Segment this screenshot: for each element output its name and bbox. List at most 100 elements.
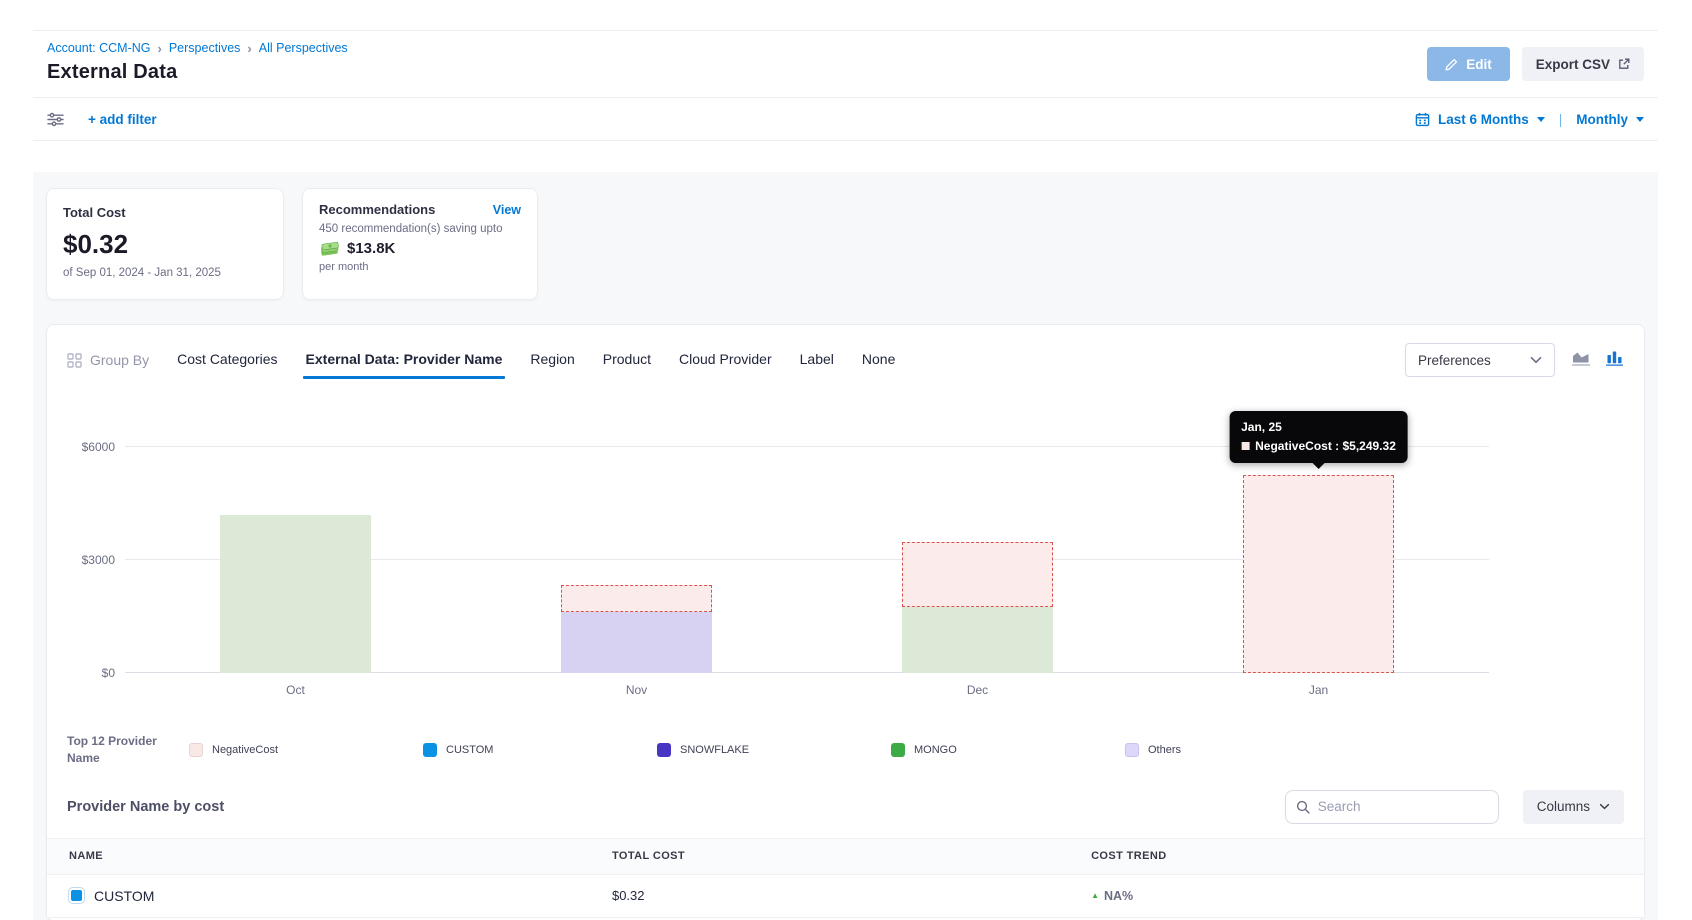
legend-item-label: SNOWFLAKE [680, 744, 749, 756]
group-by-tabs: Cost Categories External Data: Provider … [177, 351, 895, 369]
filter-bar: + add filter Last 6 Months | Monthly [33, 97, 1658, 141]
bar-segment-negativecost[interactable] [561, 585, 711, 611]
search-box [1285, 790, 1499, 824]
breadcrumb-all-perspectives-link[interactable]: All Perspectives [259, 41, 348, 55]
edit-button[interactable]: Edit [1427, 47, 1510, 81]
trend-up-icon: ▲ [1091, 892, 1099, 900]
calendar-icon [1415, 112, 1430, 127]
legend-swatch-icon [423, 743, 437, 757]
group-by-label: Group By [67, 352, 149, 368]
legend-item-others[interactable]: Others [1125, 743, 1359, 757]
pencil-icon [1445, 58, 1458, 71]
chart-bar-oct[interactable] [125, 447, 466, 673]
column-header-name[interactable]: NAME [47, 850, 590, 862]
total-cost-value: $0.32 [63, 229, 267, 260]
legend-item-snowflake[interactable]: SNOWFLAKE [657, 743, 891, 757]
table-title: Provider Name by cost [67, 799, 224, 815]
recommendations-subtitle: 450 recommendation(s) saving upto [319, 223, 521, 235]
x-tick-label: Jan [1148, 683, 1489, 697]
bar-segment-negativecost[interactable] [1243, 475, 1393, 673]
x-tick-label: Oct [125, 683, 466, 697]
bar-segment-others[interactable] [561, 612, 711, 673]
external-link-icon [1618, 58, 1630, 70]
legend-item-label: NegativeCost [212, 744, 278, 756]
columns-button[interactable]: Columns [1523, 790, 1624, 824]
bar-segment-negativecost[interactable] [902, 542, 1052, 607]
legend-item-label: Others [1148, 744, 1181, 756]
add-filter-button[interactable]: + add filter [88, 112, 157, 127]
preferences-label: Preferences [1418, 353, 1491, 368]
chevron-down-icon [1599, 803, 1610, 810]
provider-total-cost: $0.32 [590, 888, 1069, 903]
legend-swatch-icon [189, 743, 203, 757]
table-row[interactable]: CUSTOM $0.32 ▲ NA% [47, 874, 1644, 918]
x-tick-label: Dec [807, 683, 1148, 697]
area-chart-icon[interactable] [1571, 349, 1591, 371]
content-area: Total Cost $0.32 of Sep 01, 2024 - Jan 3… [33, 172, 1658, 920]
edit-button-label: Edit [1466, 57, 1492, 72]
date-range-dropdown[interactable]: Last 6 Months [1438, 112, 1545, 127]
cost-chart: Jan, 25 NegativeCost : $5,249.32 OctNovD… [67, 383, 1624, 713]
tab-product[interactable]: Product [603, 351, 651, 369]
bar-segment-mongo[interactable] [902, 607, 1052, 673]
legend-item-label: MONGO [914, 744, 957, 756]
legend-title: Top 12 Provider Name [67, 733, 189, 768]
tab-none[interactable]: None [862, 351, 895, 369]
total-cost-title: Total Cost [63, 205, 267, 220]
export-csv-button[interactable]: Export CSV [1522, 47, 1644, 81]
breadcrumb-account-link[interactable]: Account: CCM-NG [47, 41, 151, 55]
column-header-total-cost[interactable]: TOTAL COST [590, 850, 1069, 862]
breadcrumb-separator-icon: › [158, 42, 162, 55]
perspective-panel: Group By Cost Categories External Data: … [46, 324, 1645, 920]
recommendations-title: Recommendations [319, 202, 435, 217]
caret-down-icon [1537, 117, 1545, 122]
chart-tooltip: Jan, 25 NegativeCost : $5,249.32 [1229, 411, 1408, 463]
legend-item-label: CUSTOM [446, 744, 493, 756]
columns-button-label: Columns [1537, 799, 1590, 814]
y-tick-label: $3000 [67, 553, 115, 567]
header-actions: Edit Export CSV [1427, 47, 1644, 81]
recommendations-per-month: per month [319, 261, 521, 273]
breadcrumb: Account: CCM-NG › Perspectives › All Per… [47, 41, 1644, 55]
tab-label[interactable]: Label [800, 351, 834, 369]
legend-item-negativecost[interactable]: NegativeCost [189, 743, 423, 757]
legend-item-mongo[interactable]: MONGO [891, 743, 1125, 757]
export-csv-label: Export CSV [1536, 57, 1610, 72]
grid-icon [67, 353, 82, 368]
total-cost-card: Total Cost $0.32 of Sep 01, 2024 - Jan 3… [46, 188, 284, 300]
table-header-row: NAME TOTAL COST COST TREND [47, 838, 1644, 874]
tooltip-series-value: NegativeCost : $5,249.32 [1255, 439, 1396, 453]
granularity-dropdown[interactable]: Monthly [1576, 112, 1644, 127]
column-header-cost-trend[interactable]: COST TREND [1069, 850, 1644, 862]
filter-sliders-icon[interactable] [47, 112, 64, 127]
preferences-dropdown[interactable]: Preferences [1405, 343, 1555, 377]
bar-segment-mongo[interactable] [220, 515, 370, 673]
recommendations-savings: $13.8K [347, 240, 395, 257]
chart-bar-jan[interactable] [1148, 447, 1489, 673]
x-tick-label: Nov [466, 683, 807, 697]
total-cost-period: of Sep 01, 2024 - Jan 31, 2025 [63, 267, 267, 279]
legend-item-custom[interactable]: CUSTOM [423, 743, 657, 757]
provider-cost-trend: NA% [1104, 889, 1133, 903]
chart-bar-nov[interactable] [466, 447, 807, 673]
tab-cost-categories[interactable]: Cost Categories [177, 351, 277, 369]
caret-down-icon [1636, 117, 1644, 122]
timeframe-divider: | [1559, 112, 1563, 127]
breadcrumb-perspectives-link[interactable]: Perspectives [169, 41, 241, 55]
summary-cards-row: Total Cost $0.32 of Sep 01, 2024 - Jan 3… [46, 188, 1645, 300]
legend-swatch-icon [657, 743, 671, 757]
tab-region[interactable]: Region [530, 351, 574, 369]
page-header: Account: CCM-NG › Perspectives › All Per… [33, 31, 1658, 97]
recommendations-view-link[interactable]: View [493, 203, 521, 217]
recommendations-card: Recommendations View 450 recommendation(… [302, 188, 538, 300]
search-input[interactable] [1318, 799, 1488, 814]
chart-bar-dec[interactable] [807, 447, 1148, 673]
search-icon [1296, 800, 1310, 814]
tab-external-data-provider-name[interactable]: External Data: Provider Name [306, 351, 503, 369]
tooltip-title: Jan, 25 [1241, 420, 1396, 434]
money-icon [319, 241, 340, 257]
chart-plot: Jan, 25 NegativeCost : $5,249.32 OctNovD… [125, 447, 1489, 673]
bar-chart-icon[interactable] [1605, 349, 1624, 371]
tab-cloud-provider[interactable]: Cloud Provider [679, 351, 772, 369]
provider-swatch-icon [69, 888, 84, 903]
